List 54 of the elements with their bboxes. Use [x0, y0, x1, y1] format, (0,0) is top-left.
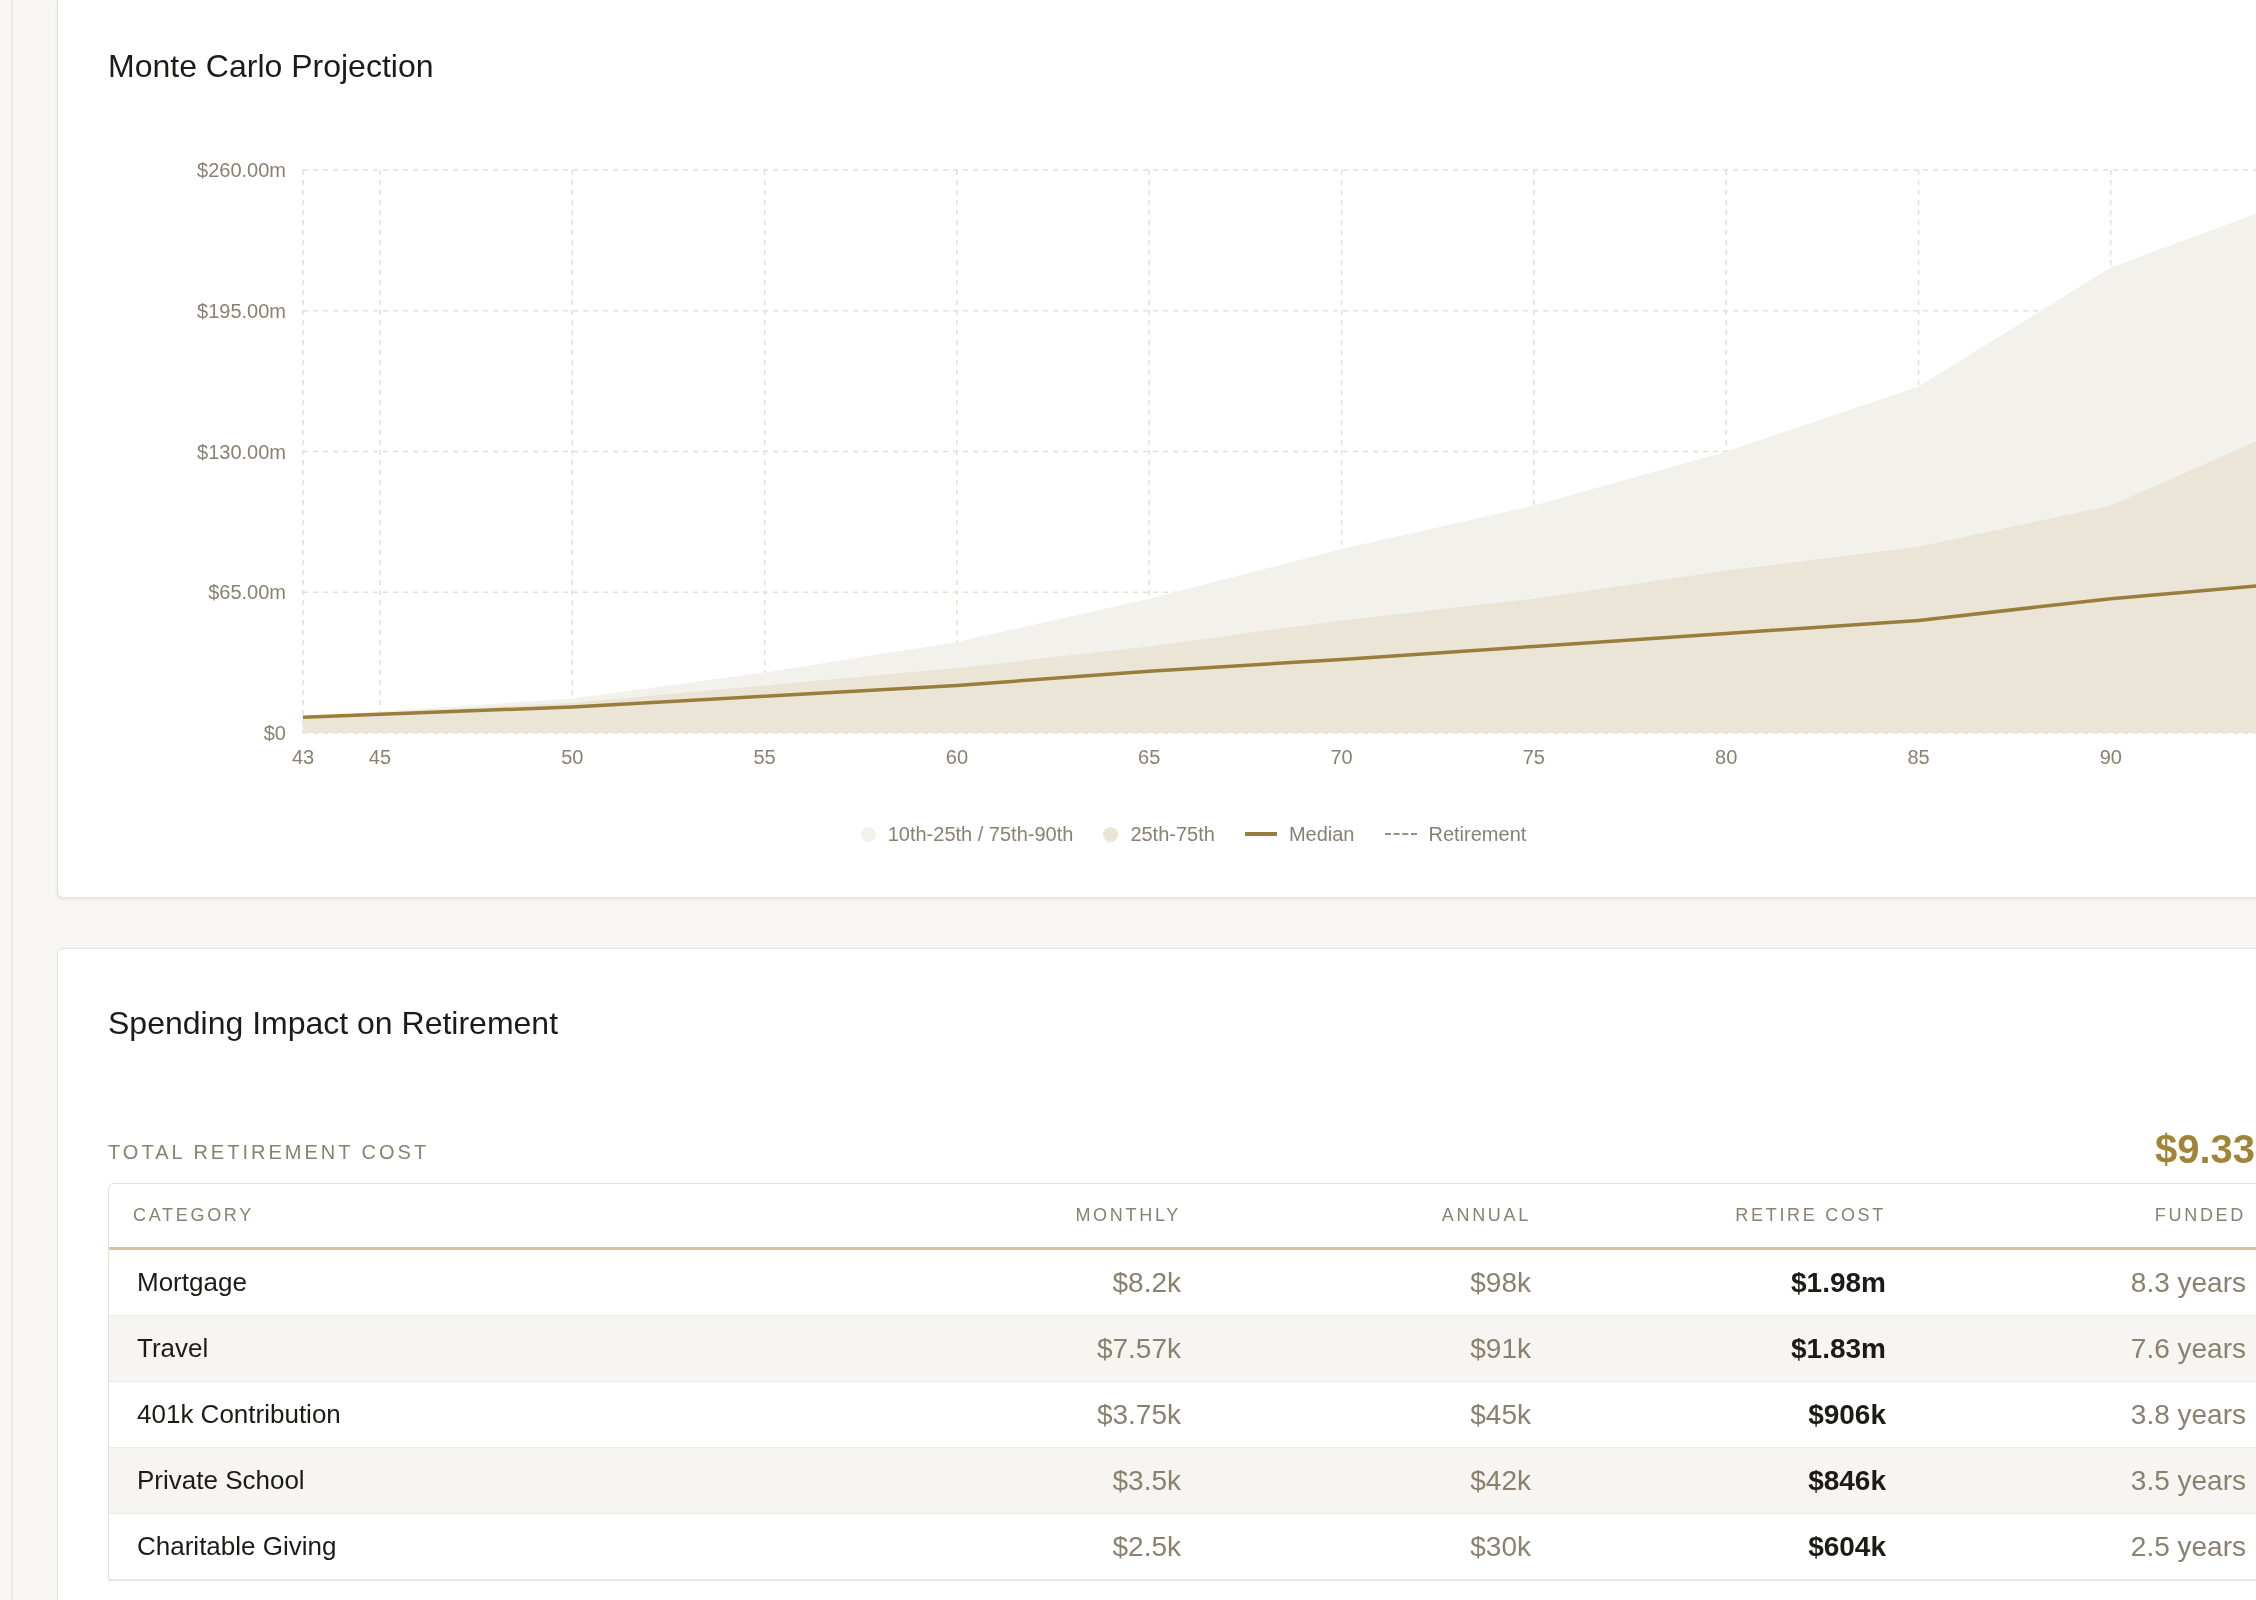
- table-cell-text: 3.8 years: [2129, 1397, 2246, 1432]
- table-cell-text: $45k: [1469, 1397, 1531, 1432]
- table-cell-text: 401k Contribution: [137, 1398, 342, 1431]
- x-axis-label: 90: [2099, 746, 2122, 768]
- x-axis-label: 70: [1330, 746, 1353, 768]
- table-cell-text: $3.5k: [1111, 1463, 1181, 1498]
- table-cell-text: $3.75k: [1095, 1397, 1181, 1432]
- table-cell-text: 2.5 years: [2129, 1529, 2246, 1564]
- total-cost-label: TOTAL RETIREMENT COST: [108, 1140, 430, 1165]
- column-header: MONTHLY: [1074, 1204, 1181, 1227]
- x-axis-label: 80: [1715, 746, 1738, 768]
- column-header: FUNDED: [2153, 1204, 2246, 1227]
- table-cell-text: $42k: [1469, 1463, 1531, 1498]
- total-cost-value: $9.33: [2154, 1127, 2255, 1171]
- y-axis-label: $130.00m: [197, 440, 286, 463]
- legend-label: 25th-75th: [1130, 822, 1215, 847]
- column-header: ANNUAL: [1440, 1204, 1531, 1227]
- legend-label: Median: [1288, 822, 1355, 847]
- table-cell-text: $1.98m: [1790, 1265, 1886, 1300]
- card-title: Spending Impact on Retirement: [108, 1004, 560, 1043]
- x-axis-label: 50: [561, 746, 584, 768]
- table-cell-text: $30k: [1469, 1529, 1531, 1564]
- table-cell-text: $1.83m: [1790, 1331, 1886, 1366]
- x-axis-label: 60: [945, 746, 968, 768]
- table-cell-text: $8.2k: [1111, 1265, 1181, 1300]
- x-axis-label: 55: [753, 746, 776, 768]
- column-header: RETIRE COST: [1734, 1204, 1886, 1227]
- table-cell-text: $98k: [1469, 1265, 1531, 1300]
- table-cell-text: Charitable Giving: [137, 1530, 338, 1563]
- table-cell-text: 3.5 years: [2129, 1463, 2246, 1498]
- x-axis-label: 45: [368, 746, 392, 768]
- x-axis-label: 65: [1138, 746, 1161, 768]
- x-axis-label: 43: [291, 746, 315, 768]
- table-cell-text: Travel: [137, 1332, 210, 1365]
- table-cell-text: $604k: [1807, 1529, 1886, 1564]
- legend-label: Retirement: [1428, 822, 1527, 847]
- y-axis-label: $195.00m: [197, 299, 286, 322]
- column-header: CATEGORY: [133, 1204, 255, 1227]
- x-axis-label: 85: [1907, 746, 1930, 768]
- table-cell-text: Mortgage: [137, 1266, 248, 1299]
- table-cell-text: $91k: [1469, 1331, 1531, 1366]
- x-axis-label: 75: [1522, 746, 1545, 768]
- table-cell-text: Private School: [137, 1464, 306, 1497]
- table-cell-text: 8.3 years: [2129, 1265, 2246, 1300]
- table-cell-text: $906k: [1807, 1397, 1886, 1432]
- table-cell-text: $846k: [1807, 1463, 1886, 1498]
- table-cell-text: $7.57k: [1095, 1331, 1181, 1366]
- card-title: Monte Carlo Projection: [108, 47, 435, 86]
- y-axis-label: $65.00m: [208, 581, 286, 604]
- table-cell-text: $2.5k: [1111, 1529, 1181, 1564]
- y-axis-label: $0: [263, 722, 286, 744]
- table-cell-text: 7.6 years: [2129, 1331, 2246, 1366]
- legend-label: 10th-25th / 75th-90th: [887, 822, 1074, 847]
- y-axis-label: $260.00m: [197, 159, 286, 181]
